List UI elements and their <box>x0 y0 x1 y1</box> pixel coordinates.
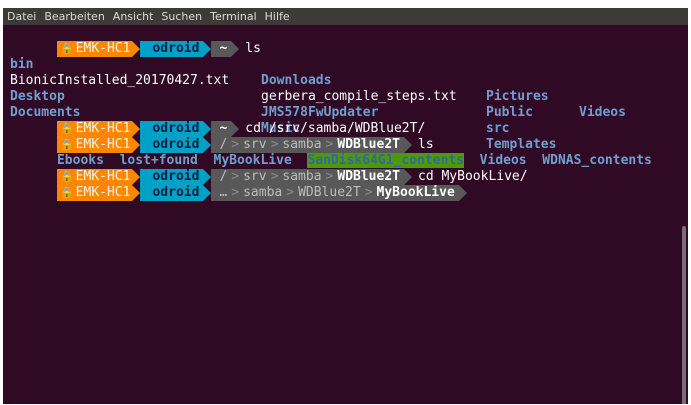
dir-entry: Downloads <box>261 73 332 88</box>
ls-row: bin Downloads Pictures Videos <box>10 41 626 120</box>
ls-row: Desktop JMS578FwUpdater src <box>10 73 509 136</box>
prompt-user: odroid <box>140 41 204 57</box>
prompt-user: odroid <box>140 185 204 201</box>
prompt-line: 🔒 EMK-HC1 odroid … > samba > WDBlue2T > MyBookLiv… <box>10 169 467 201</box>
prompt-path: … > samba > WDBlue2T > MyBookLive <box>211 185 459 201</box>
dir-entry: WDNAS_contents <box>542 153 652 168</box>
dir-entry: src <box>486 121 510 136</box>
terminal-output[interactable]: 🔒 EMK-HC1 odroid ~ ls bin Downloads Pictures… <box>3 25 688 404</box>
menu-hilfe[interactable]: Hilfe <box>265 10 290 23</box>
prompt-line: 🔒 EMK-HC1 odroid ~ ls <box>10 25 261 57</box>
scrollbar[interactable] <box>682 226 686 404</box>
terminal-window: Datei Bearbeiten Ansicht Suchen Terminal… <box>3 8 688 404</box>
ls-row: Ebooks lost+found MyBookLive SanDisk64G1… <box>10 137 652 168</box>
menu-datei[interactable]: Datei <box>7 10 36 23</box>
ls-row: BionicInstalled_20170427.txt gerbera_com… <box>10 57 533 120</box>
menu-suchen[interactable]: Suchen <box>161 10 202 23</box>
command-text: ls <box>245 41 261 56</box>
ls-row: Documents Music Templates <box>10 89 556 152</box>
menu-bearbeiten[interactable]: Bearbeiten <box>44 10 104 23</box>
prompt-host: EMK-HC1 <box>75 41 133 57</box>
prompt-host: EMK-HC1 <box>75 185 133 201</box>
dir-entry: Pictures <box>486 89 549 104</box>
dir-entry: Videos <box>579 105 626 120</box>
lock-icon: 🔒 <box>56 41 76 57</box>
prompt-line: 🔒 EMK-HC1 odroid ~ cd /srv/samba/WDBlue2T/ <box>10 105 425 137</box>
dir-entry: Public <box>486 105 533 120</box>
prompt-line: 🔒 EMK-HC1 odroid / > srv > samba > WDBlue2T cd MyB… <box>10 153 528 185</box>
lock-icon: 🔒 <box>56 185 76 201</box>
file-entry: gerbera_compile_steps.txt <box>261 89 457 104</box>
menu-bar: Datei Bearbeiten Ansicht Suchen Terminal… <box>3 8 688 25</box>
menu-terminal[interactable]: Terminal <box>210 10 257 23</box>
prompt-line: 🔒 EMK-HC1 odroid / > srv > samba > WDBlue2T ls <box>10 121 434 153</box>
menu-ansicht[interactable]: Ansicht <box>113 10 154 23</box>
prompt-path: ~ <box>211 41 232 57</box>
